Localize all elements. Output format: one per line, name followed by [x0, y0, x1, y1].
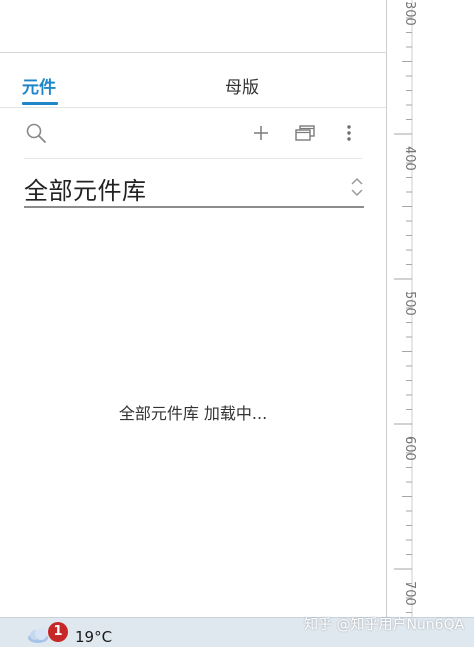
loading-message: 全部元件库 加载中...: [118, 404, 268, 423]
notification-badge[interactable]: 1: [48, 622, 68, 642]
temperature-readout[interactable]: 19°C: [75, 628, 112, 646]
ruler-ticks: 300 400 500 600 700: [394, 0, 417, 617]
library-dropdown[interactable]: 全部元件库: [24, 168, 364, 208]
ruler-label: 300: [402, 1, 417, 26]
tab-components[interactable]: 元件: [22, 73, 56, 98]
search-button[interactable]: [24, 121, 48, 145]
copy-windows-icon: [295, 125, 315, 141]
more-options-button[interactable]: [337, 121, 361, 145]
add-library-button[interactable]: [249, 121, 273, 145]
ruler-label: 700: [402, 581, 417, 606]
panel-tabs: 元件 母版: [0, 53, 386, 108]
active-tab-indicator: [22, 102, 58, 105]
components-panel: 元件 母版 全部元件库 全部元件库 加载中...: [0, 0, 386, 617]
plus-icon: [254, 126, 268, 140]
tab-masters[interactable]: 母版: [225, 73, 259, 98]
watermark: 知乎 @知乎用户Nun6QA: [304, 617, 465, 633]
app-window: 元件 母版 全部元件库 全部元件库 加载中... 300 400 500 600…: [0, 0, 474, 647]
library-dropdown-value: 全部元件库: [24, 177, 147, 205]
manage-libraries-button[interactable]: [293, 121, 317, 145]
up-down-chevron-icon: [351, 177, 363, 197]
vertical-ruler[interactable]: 300 400 500 600 700: [386, 0, 474, 617]
ruler-label: 500: [402, 291, 417, 316]
ruler-label: 400: [402, 146, 417, 171]
panel-header-gap: [0, 0, 386, 53]
more-vertical-icon: [347, 125, 351, 141]
search-icon: [26, 123, 46, 143]
library-toolbar: [24, 108, 362, 159]
ruler-label: 600: [402, 436, 417, 461]
